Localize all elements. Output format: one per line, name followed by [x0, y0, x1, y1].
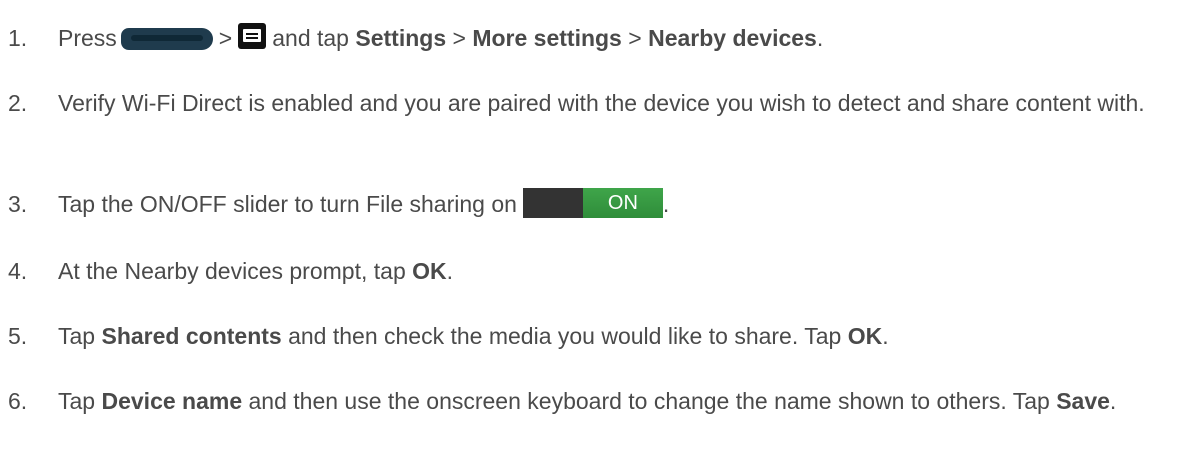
- step-text: .: [446, 258, 454, 284]
- step-text: and tap: [272, 25, 349, 51]
- step-text: Tap: [58, 388, 96, 414]
- step-text: At the Nearby devices prompt, tap: [58, 258, 406, 284]
- step-number: 5.: [8, 323, 28, 349]
- step-text: .: [816, 25, 824, 51]
- nearby-devices-label: Nearby devices: [648, 25, 817, 51]
- file-sharing-toggle-icon: ON: [522, 188, 663, 218]
- step-5: 5. Tap Shared contents and then check th…: [8, 318, 1194, 354]
- step-text: .: [662, 191, 670, 217]
- step-number: 2.: [8, 90, 28, 116]
- step-text: Tap: [58, 323, 96, 349]
- step-text: .: [882, 323, 889, 349]
- step-text: Press: [58, 25, 117, 51]
- instruction-steps: 1. Press > and tap Settings > More setting…: [0, 0, 1202, 460]
- step-text: and then use the onscreen keyboard to ch…: [248, 388, 1050, 414]
- step-text: Tap the ON/OFF slider to turn File shari…: [58, 191, 517, 217]
- step-text: >: [218, 25, 233, 51]
- step-1: 1. Press > and tap Settings > More setting…: [8, 20, 1194, 56]
- step-3: 3. Tap the ON/OFF slider to turn File sh…: [8, 186, 1194, 222]
- menu-key-icon: [238, 23, 267, 49]
- step-number: 3.: [8, 191, 28, 217]
- step-text: >: [452, 25, 466, 51]
- ok-label: OK: [847, 323, 883, 349]
- more-settings-label: More settings: [472, 25, 622, 51]
- step-4: 4. At the Nearby devices prompt, tap OK.: [8, 253, 1194, 289]
- step-text: and then check the media you would like …: [288, 323, 842, 349]
- settings-label: Settings: [355, 25, 447, 51]
- step-6: 6. Tap Device name and then use the onsc…: [8, 383, 1194, 419]
- step-text: >: [628, 25, 642, 51]
- device-name-label: Device name: [101, 388, 243, 414]
- ok-label: OK: [412, 258, 447, 284]
- step-2: 2. Verify Wi-Fi Direct is enabled and yo…: [8, 85, 1194, 121]
- step-number: 6.: [8, 388, 28, 414]
- save-label: Save: [1056, 388, 1110, 414]
- home-key-icon: [120, 28, 213, 50]
- step-number: 1.: [8, 25, 28, 51]
- toggle-on-label: ON: [582, 188, 663, 218]
- step-number: 4.: [8, 258, 28, 284]
- step-text: .: [1109, 388, 1117, 414]
- shared-contents-label: Shared contents: [101, 323, 282, 349]
- step-text: Verify Wi-Fi Direct is enabled and you a…: [58, 90, 1145, 116]
